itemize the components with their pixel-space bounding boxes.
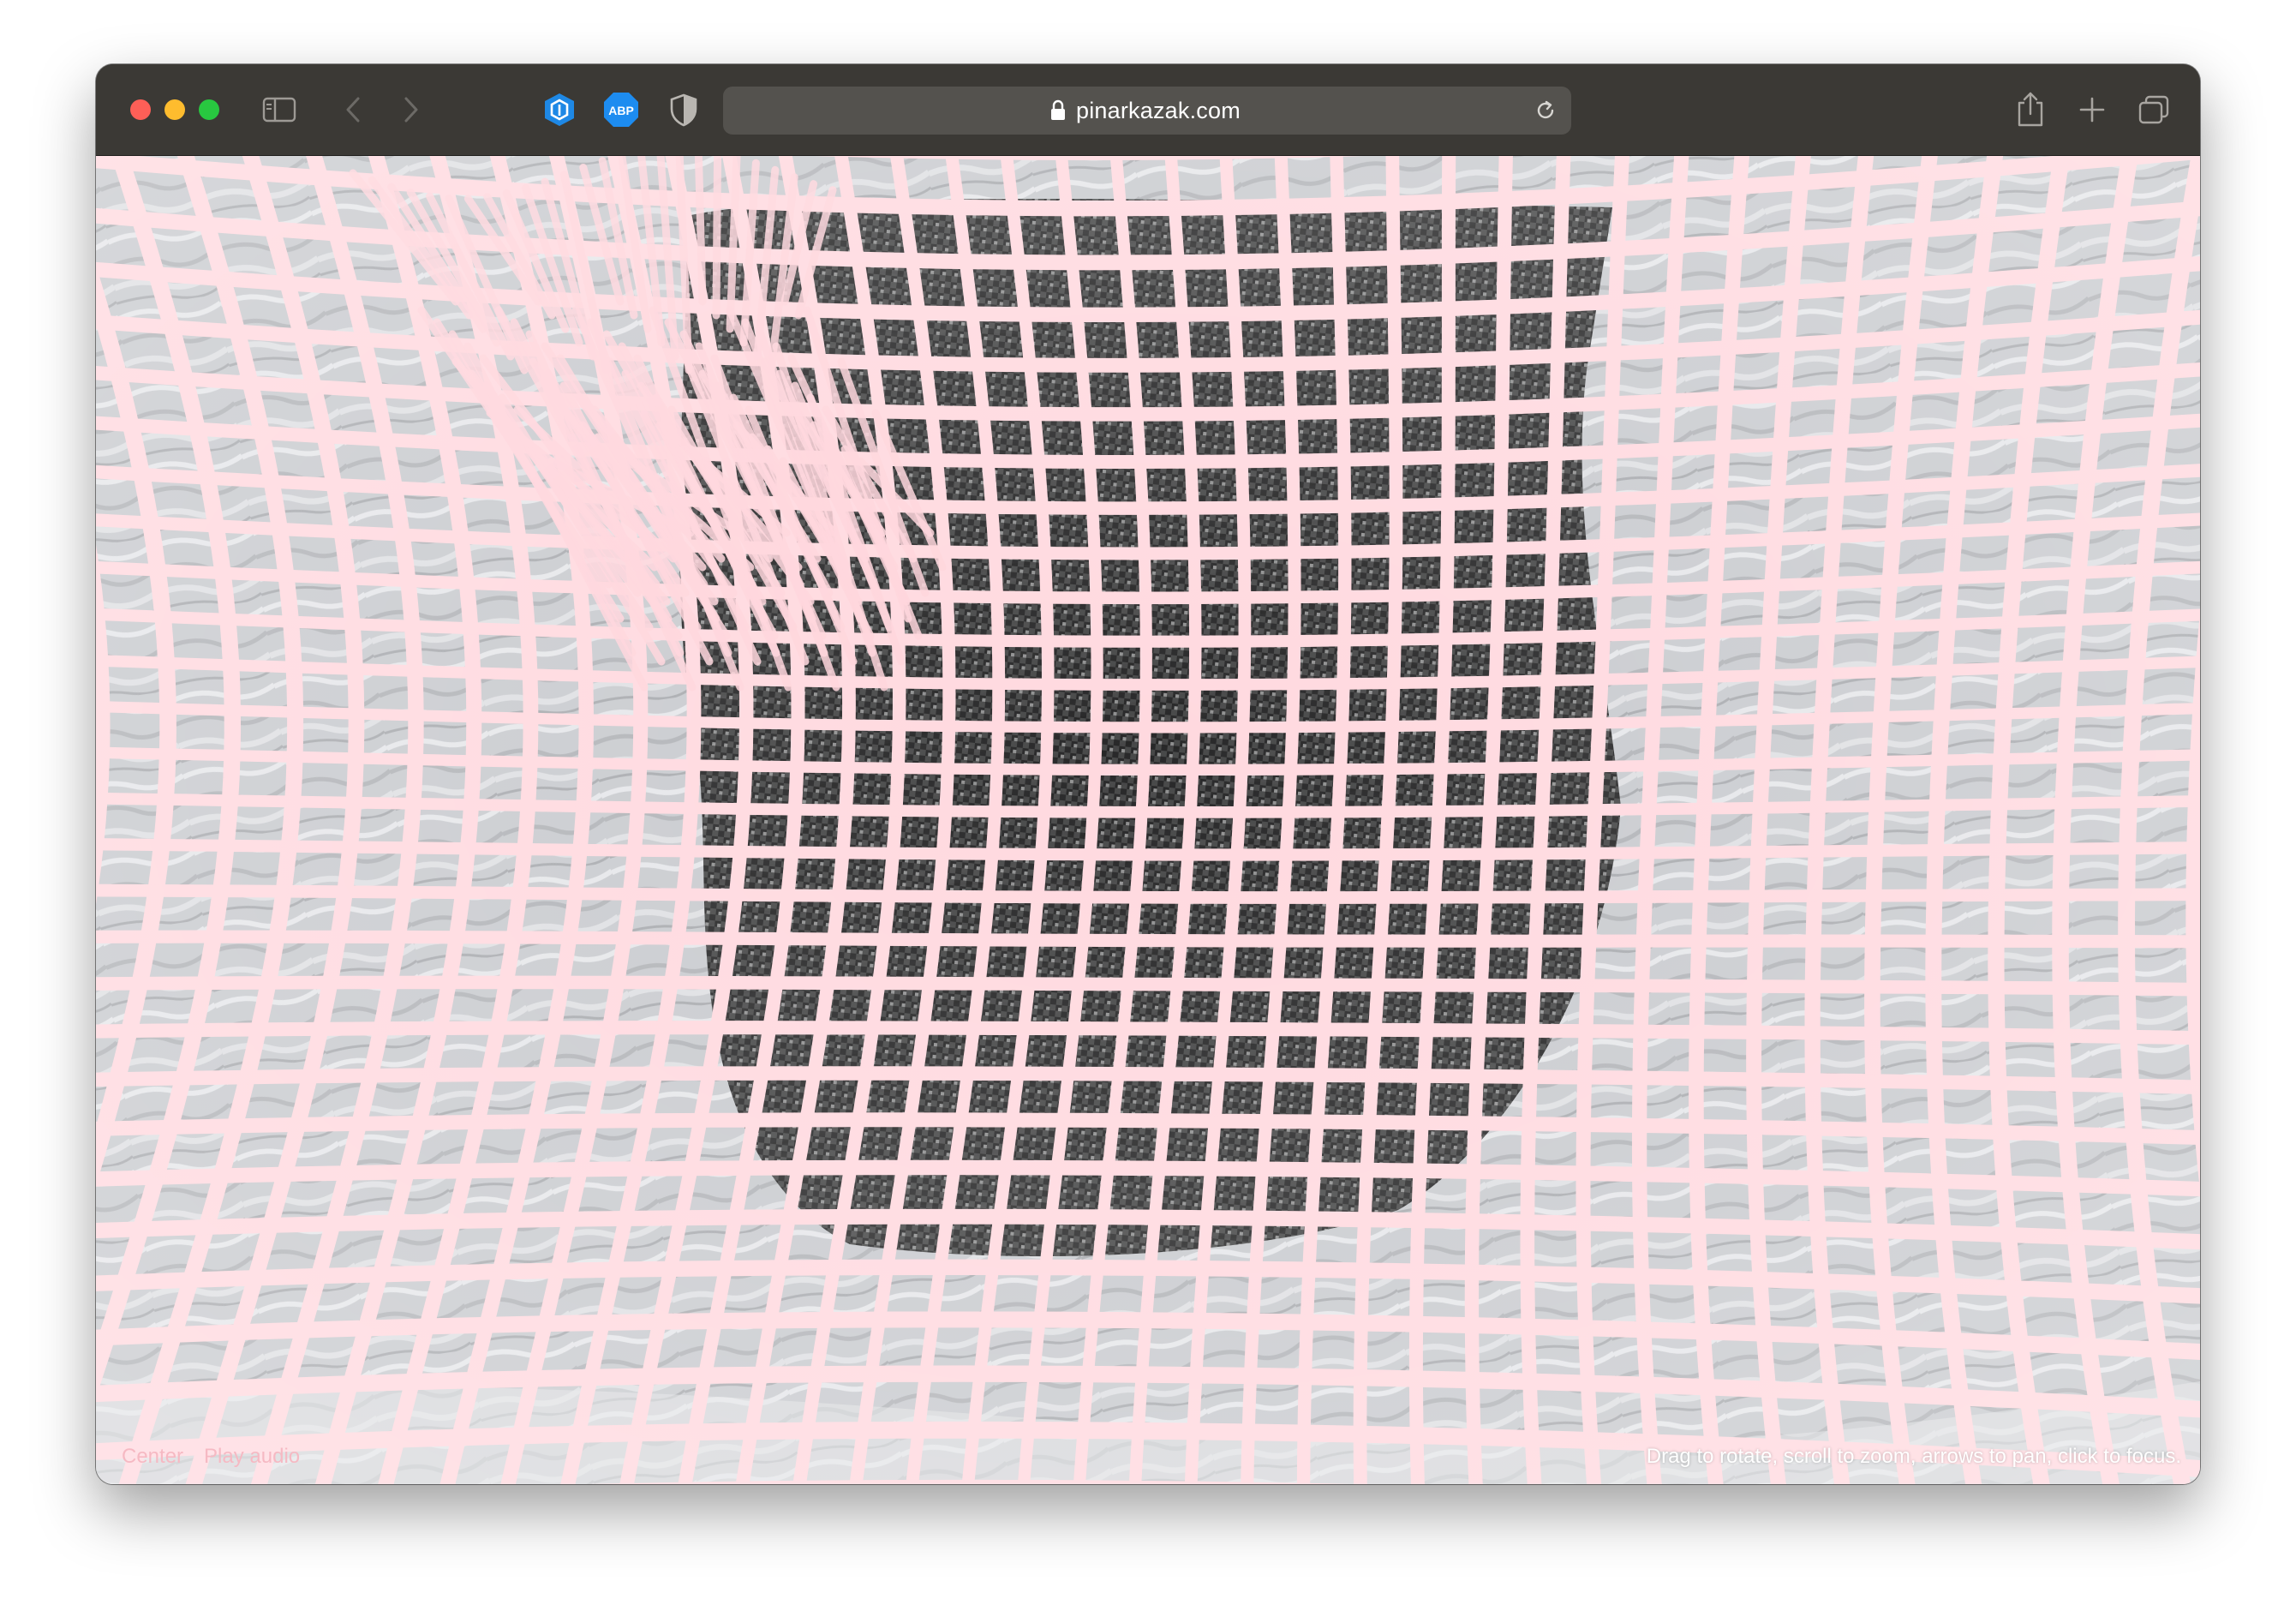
reload-icon[interactable] bbox=[1534, 99, 1558, 123]
chevron-left-icon bbox=[346, 97, 360, 123]
privacy-shield-button[interactable] bbox=[665, 90, 703, 129]
controls-hint: Drag to rotate, scroll to zoom, arrows t… bbox=[1646, 1445, 2181, 1468]
browser-toolbar: ABP pinarkazak.com bbox=[96, 64, 2200, 156]
lock-icon bbox=[1051, 99, 1065, 120]
url-text: pinarkazak.com bbox=[1076, 98, 1241, 123]
share-icon bbox=[2018, 92, 2043, 127]
sidebar-toggle-button[interactable] bbox=[260, 90, 298, 129]
back-button[interactable] bbox=[336, 90, 370, 129]
adblock-label: ABP bbox=[608, 104, 634, 117]
address-bar[interactable]: pinarkazak.com bbox=[723, 87, 1571, 135]
hexagon-extension-button[interactable] bbox=[541, 90, 578, 129]
share-button[interactable] bbox=[2012, 90, 2049, 129]
privacy-shield-icon bbox=[670, 93, 697, 127]
adblock-plus-icon: ABP bbox=[604, 93, 638, 127]
mesh-scene[interactable] bbox=[96, 156, 2200, 1484]
minimize-window-button[interactable] bbox=[164, 99, 185, 120]
chevron-right-icon bbox=[404, 97, 418, 123]
vignette bbox=[96, 156, 2200, 1484]
overlay-links: Center Play audio bbox=[122, 1445, 320, 1469]
close-window-button[interactable] bbox=[130, 99, 151, 120]
webgl-viewport[interactable]: Center Play audio Drag to rotate, scroll … bbox=[96, 156, 2200, 1484]
play-audio-link[interactable]: Play audio bbox=[204, 1445, 300, 1468]
sidebar-icon bbox=[262, 97, 296, 123]
forward-button[interactable] bbox=[394, 90, 428, 129]
tab-overview-icon bbox=[2138, 95, 2169, 124]
zoom-window-button[interactable] bbox=[199, 99, 219, 120]
adblock-plus-button[interactable]: ABP bbox=[601, 90, 641, 129]
browser-window: ABP pinarkazak.com Center Play audio Dra… bbox=[96, 64, 2200, 1484]
center-link[interactable]: Center bbox=[122, 1445, 183, 1468]
tab-overview-button[interactable] bbox=[2135, 90, 2173, 129]
hexagon-extension-icon bbox=[545, 93, 574, 126]
plus-icon bbox=[2079, 97, 2105, 123]
new-tab-button[interactable] bbox=[2073, 90, 2111, 129]
